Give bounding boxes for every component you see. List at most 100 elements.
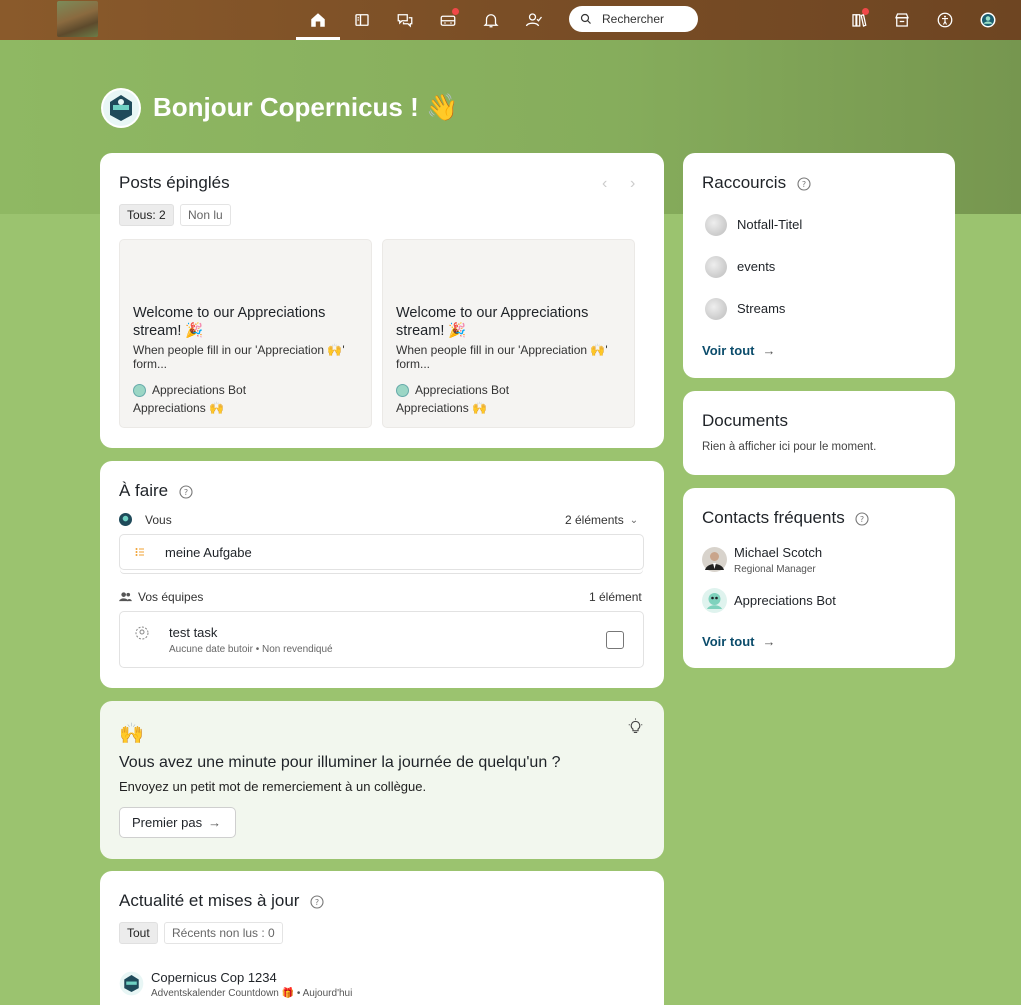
appreciation-prompt-card: 🙌 Vous avez une minute pour illuminer la…	[100, 701, 664, 859]
pinned-posts-title: Posts épinglés	[119, 173, 230, 192]
get-started-button[interactable]: Premier pas →	[119, 807, 236, 838]
arrow-right-icon: →	[762, 343, 776, 358]
documents-empty-text: Rien à afficher ici pour le moment.	[702, 441, 877, 453]
todo-title: À faire ?	[119, 481, 193, 501]
search-bar[interactable]	[569, 6, 698, 32]
search-input[interactable]	[602, 12, 692, 26]
help-icon[interactable]: ?	[797, 176, 811, 191]
help-icon[interactable]: ?	[310, 894, 324, 909]
user-mini-avatar	[119, 513, 132, 526]
help-icon[interactable]: ?	[179, 484, 193, 499]
see-all-label: Voir tout	[702, 634, 755, 649]
contacts-title-text: Contacts fréquents	[702, 508, 845, 527]
news-title: Actualité et mises à jour ?	[119, 891, 324, 911]
library-notification-dot	[862, 8, 869, 15]
svg-text:?: ?	[184, 488, 188, 497]
unassigned-icon	[135, 626, 149, 640]
list-icon	[135, 548, 144, 556]
search-icon	[580, 13, 591, 24]
sidebar-icon[interactable]	[340, 0, 384, 40]
shortcuts-card: Raccourcis ? Notfall-Titel events Stream…	[683, 153, 955, 378]
todo-you-label: Vous	[145, 513, 172, 527]
lightbulb-icon[interactable]	[627, 718, 644, 735]
accessibility-icon[interactable]	[923, 0, 967, 40]
company-logo[interactable]	[57, 1, 98, 37]
shortcut-link[interactable]: events	[737, 259, 775, 274]
inbox-icon[interactable]	[426, 0, 470, 40]
news-title-text: Actualité et mises à jour	[119, 891, 300, 910]
todo-item[interactable]: meine Aufgabe	[119, 534, 644, 570]
top-navigation-bar	[0, 0, 1021, 40]
globe-icon	[705, 214, 727, 236]
globe-icon	[705, 256, 727, 278]
library-icon[interactable]	[837, 0, 881, 40]
team-icon	[119, 592, 132, 602]
raised-hands-emoji: 🙌	[119, 723, 144, 745]
get-started-label: Premier pas	[132, 815, 203, 830]
post-author: Appreciations Bot	[396, 383, 509, 397]
pinned-post-card[interactable]: Welcome to our Appreciations stream! 🎉 W…	[382, 239, 635, 428]
post-author-name: Appreciations Bot	[152, 383, 247, 397]
chevron-left-icon[interactable]: ‹	[602, 175, 607, 193]
team-todo-item[interactable]: test task Aucune date butoir • Non reven…	[119, 611, 644, 668]
news-item-meta: Adventskalender Countdown 🎁 • Aujourd'hu…	[151, 988, 353, 999]
people-icon[interactable]	[512, 0, 556, 40]
chevron-down-icon: ⌄	[629, 514, 639, 526]
shortcuts-see-all-link[interactable]: Voir tout →	[702, 343, 775, 358]
frequent-contacts-card: Contacts fréquents ? Michael Scotch Regi…	[683, 488, 955, 668]
todo-you-count-text: 2 éléments	[565, 513, 624, 527]
shortcuts-title: Raccourcis ?	[702, 173, 811, 193]
contacts-see-all-link[interactable]: Voir tout →	[702, 634, 775, 649]
todo-title-text: À faire	[119, 481, 169, 500]
home-icon[interactable]	[296, 0, 340, 40]
see-all-label: Voir tout	[702, 343, 755, 358]
news-card: Actualité et mises à jour ? Tout Récents…	[100, 871, 664, 1005]
inbox-notification-dot	[452, 8, 459, 15]
news-filter-all-chip[interactable]: Tout	[119, 922, 158, 944]
post-title: Welcome to our Appreciations stream! 🎉	[133, 305, 326, 339]
todo-you-count[interactable]: 2 éléments ⌄	[565, 513, 638, 527]
task-checkbox[interactable]	[606, 631, 624, 649]
arrow-right-icon: →	[208, 815, 222, 830]
post-author-name: Appreciations Bot	[415, 383, 510, 397]
bell-icon[interactable]	[469, 0, 513, 40]
appreciation-subtitle: Envoyez un petit mot de remerciement à u…	[119, 779, 427, 794]
todo-teams-count: 1 élément	[589, 590, 642, 604]
greeting-title: Bonjour Copernicus ! 👋	[153, 92, 459, 122]
documents-card: Documents Rien à afficher ici pour le mo…	[683, 391, 955, 475]
todo-item-title: meine Aufgabe	[165, 545, 252, 560]
post-stream: Appreciations 🙌	[133, 401, 224, 415]
filter-unread-chip[interactable]: Non lu	[180, 204, 231, 226]
chat-icon[interactable]	[383, 0, 427, 40]
contact-name[interactable]: Appreciations Bot	[734, 593, 836, 608]
documents-title: Documents	[702, 411, 788, 430]
news-item-author[interactable]: Copernicus Cop 1234	[151, 970, 277, 985]
todo-card: À faire ? Vous 2 éléments ⌄ meine Aufgab…	[100, 461, 664, 688]
bot-avatar[interactable]	[702, 588, 727, 613]
team-task-title: test task	[169, 625, 218, 640]
profile-icon[interactable]	[966, 0, 1010, 40]
bot-avatar	[133, 383, 146, 397]
post-title: Welcome to our Appreciations stream! 🎉	[396, 305, 589, 339]
help-icon[interactable]: ?	[855, 511, 869, 526]
svg-text:?: ?	[315, 898, 319, 907]
todo-teams-label: Vos équipes	[138, 590, 204, 604]
chevron-right-icon[interactable]: ›	[630, 175, 635, 193]
news-author-avatar	[119, 971, 144, 996]
user-avatar[interactable]	[101, 88, 141, 128]
shortcut-link[interactable]: Notfall-Titel	[737, 217, 802, 232]
post-excerpt: When people fill in our 'Appreciation 🙌'…	[133, 343, 345, 371]
contact-role: Regional Manager	[734, 564, 816, 575]
arrow-right-icon: →	[762, 634, 776, 649]
pinned-post-card[interactable]: Welcome to our Appreciations stream! 🎉 W…	[119, 239, 372, 428]
svg-text:?: ?	[802, 180, 806, 189]
filter-all-chip[interactable]: Tous: 2	[119, 204, 174, 226]
contacts-title: Contacts fréquents ?	[702, 508, 869, 528]
globe-icon	[705, 298, 727, 320]
shortcut-link[interactable]: Streams	[737, 301, 785, 316]
contact-name[interactable]: Michael Scotch	[734, 545, 822, 560]
store-icon[interactable]	[880, 0, 924, 40]
post-stream: Appreciations 🙌	[396, 401, 487, 415]
news-filter-unread-chip[interactable]: Récents non lus : 0	[164, 922, 283, 944]
contact-avatar[interactable]	[702, 547, 727, 572]
